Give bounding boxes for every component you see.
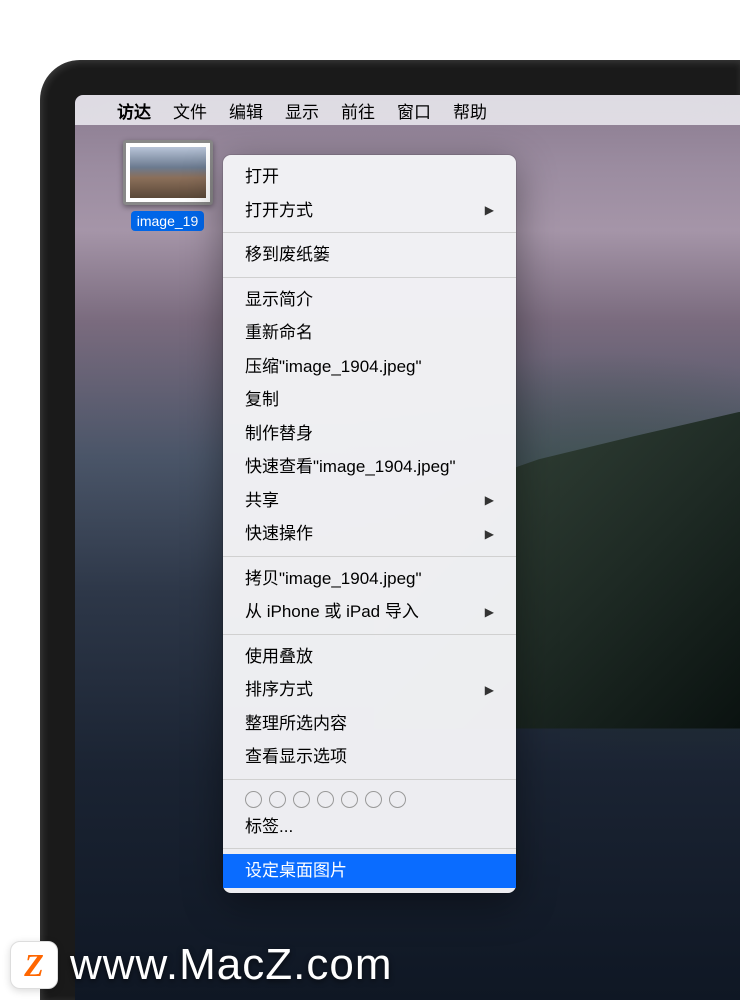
menu-label: 设定桌面图片 bbox=[245, 858, 347, 884]
watermark-badge-icon: Z bbox=[10, 941, 58, 989]
thumbnail-image bbox=[130, 147, 206, 198]
tag-dot[interactable] bbox=[269, 791, 286, 808]
menubar-app[interactable]: 访达 bbox=[117, 98, 151, 123]
watermark-text: www.MacZ.com bbox=[70, 940, 392, 990]
menubar-window[interactable]: 窗口 bbox=[397, 98, 431, 123]
menu-label: 打开方式 bbox=[245, 198, 313, 224]
menu-label: 快速查看"image_1904.jpeg" bbox=[245, 454, 456, 480]
tag-dot[interactable] bbox=[389, 791, 406, 808]
tag-dot[interactable] bbox=[293, 791, 310, 808]
menu-show-view-options[interactable]: 查看显示选项 bbox=[223, 740, 516, 774]
chevron-right-icon: ▶ bbox=[485, 491, 494, 509]
menu-rename[interactable]: 重新命名 bbox=[223, 316, 516, 350]
menu-separator bbox=[223, 232, 516, 233]
menubar-go[interactable]: 前往 bbox=[341, 98, 375, 123]
chevron-right-icon: ▶ bbox=[485, 201, 494, 219]
menu-label: 压缩"image_1904.jpeg" bbox=[245, 354, 422, 380]
desktop-screen: 访达 文件 编辑 显示 前往 窗口 帮助 image_19 打开 打开方式 ▶ 移… bbox=[75, 95, 740, 1000]
watermark: Z www.MacZ.com bbox=[0, 930, 740, 1000]
menu-import-from-device[interactable]: 从 iPhone 或 iPad 导入 ▶ bbox=[223, 595, 516, 629]
menu-trash[interactable]: 移到废纸篓 bbox=[223, 238, 516, 272]
menu-separator bbox=[223, 848, 516, 849]
menu-quick-actions[interactable]: 快速操作 ▶ bbox=[223, 517, 516, 551]
menubar: 访达 文件 编辑 显示 前往 窗口 帮助 bbox=[75, 95, 740, 125]
menu-sort-by[interactable]: 排序方式 ▶ bbox=[223, 673, 516, 707]
menu-label: 共享 bbox=[245, 488, 279, 514]
menu-label: 快速操作 bbox=[245, 521, 313, 547]
menubar-edit[interactable]: 编辑 bbox=[229, 98, 263, 123]
chevron-right-icon: ▶ bbox=[485, 603, 494, 621]
menu-quick-look[interactable]: 快速查看"image_1904.jpeg" bbox=[223, 450, 516, 484]
menubar-view[interactable]: 显示 bbox=[285, 98, 319, 123]
menu-share[interactable]: 共享 ▶ bbox=[223, 484, 516, 518]
menu-label: 打开 bbox=[245, 164, 279, 190]
menu-open-with[interactable]: 打开方式 ▶ bbox=[223, 194, 516, 228]
menu-clean-up-selection[interactable]: 整理所选内容 bbox=[223, 707, 516, 741]
menu-tags[interactable]: 标签... bbox=[223, 810, 516, 844]
menu-duplicate[interactable]: 复制 bbox=[223, 383, 516, 417]
menu-get-info[interactable]: 显示简介 bbox=[223, 283, 516, 317]
menu-copy[interactable]: 拷贝"image_1904.jpeg" bbox=[223, 562, 516, 596]
file-label: image_19 bbox=[131, 211, 205, 231]
chevron-right-icon: ▶ bbox=[485, 525, 494, 543]
menu-label: 使用叠放 bbox=[245, 644, 313, 670]
menu-open[interactable]: 打开 bbox=[223, 160, 516, 194]
menu-label: 标签... bbox=[245, 814, 293, 840]
menubar-file[interactable]: 文件 bbox=[173, 98, 207, 123]
desktop-file-icon[interactable]: image_19 bbox=[120, 140, 215, 236]
menu-use-stacks[interactable]: 使用叠放 bbox=[223, 640, 516, 674]
menu-label: 显示简介 bbox=[245, 287, 313, 313]
menu-label: 移到废纸篓 bbox=[245, 242, 330, 268]
chevron-right-icon: ▶ bbox=[485, 681, 494, 699]
menu-label: 重新命名 bbox=[245, 320, 313, 346]
menu-compress[interactable]: 压缩"image_1904.jpeg" bbox=[223, 350, 516, 384]
menu-label: 排序方式 bbox=[245, 677, 313, 703]
menu-separator bbox=[223, 779, 516, 780]
tag-dot[interactable] bbox=[317, 791, 334, 808]
menu-set-desktop-picture[interactable]: 设定桌面图片 bbox=[223, 854, 516, 888]
menu-separator bbox=[223, 556, 516, 557]
tag-color-row bbox=[223, 785, 516, 810]
menu-label: 整理所选内容 bbox=[245, 711, 347, 737]
menu-label: 从 iPhone 或 iPad 导入 bbox=[245, 599, 419, 625]
menu-separator bbox=[223, 634, 516, 635]
menu-label: 制作替身 bbox=[245, 421, 313, 447]
tag-dot[interactable] bbox=[341, 791, 358, 808]
menu-label: 复制 bbox=[245, 387, 279, 413]
file-thumbnail bbox=[123, 140, 213, 205]
laptop-frame: 访达 文件 编辑 显示 前往 窗口 帮助 image_19 打开 打开方式 ▶ 移… bbox=[40, 60, 740, 1000]
tag-dot[interactable] bbox=[365, 791, 382, 808]
tag-dot[interactable] bbox=[245, 791, 262, 808]
menu-separator bbox=[223, 277, 516, 278]
menu-make-alias[interactable]: 制作替身 bbox=[223, 417, 516, 451]
menu-label: 查看显示选项 bbox=[245, 744, 347, 770]
menubar-help[interactable]: 帮助 bbox=[453, 98, 487, 123]
context-menu: 打开 打开方式 ▶ 移到废纸篓 显示简介 重新命名 压缩"image_1904.j… bbox=[223, 155, 516, 893]
menu-label: 拷贝"image_1904.jpeg" bbox=[245, 566, 422, 592]
